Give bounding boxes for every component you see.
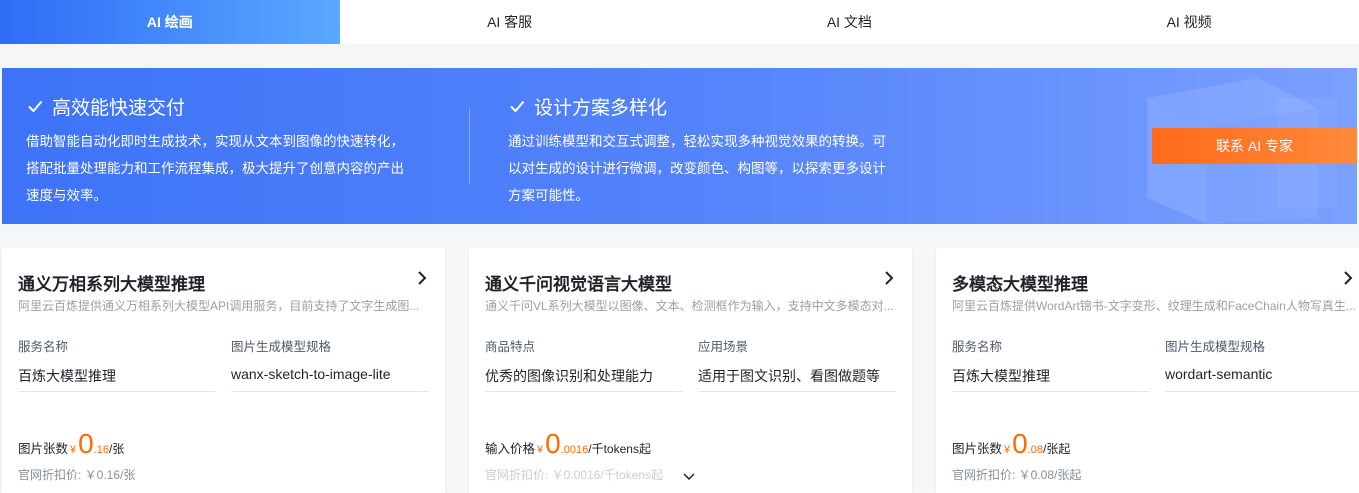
contact-ai-expert-button[interactable]: 联系 AI 专家: [1152, 128, 1357, 164]
spec-label: 服务名称: [18, 340, 69, 354]
feature-desc-line: 借助智能自动化即时生成技术，实现从文本到图像的快速转化，: [26, 134, 404, 149]
tab-ai-customer-service[interactable]: AI 客服: [340, 0, 680, 44]
price-unit: /千tokens起: [588, 442, 651, 456]
product-card[interactable]: 通义万相系列大模型推理 阿里云百炼提供通义万相系列大模型API调用服务，目前支持…: [2, 248, 445, 493]
chevron-right-icon[interactable]: [1341, 270, 1355, 286]
check-icon: [28, 100, 43, 113]
feature-title: 高效能快速交付: [52, 97, 186, 119]
price-integer: 0: [78, 428, 94, 459]
card-title[interactable]: 多模态大模型推理: [952, 270, 1088, 295]
card-description: 阿里云百炼提供WordArt锦书-文字变形、纹理生成和FaceChain人物写真…: [952, 299, 1356, 313]
check-icon: [510, 100, 525, 113]
divider: [469, 108, 470, 184]
spec-value: 百炼大模型推理: [952, 366, 1150, 392]
tab-ai-document[interactable]: AI 文档: [680, 0, 1020, 44]
price: 图片张数 ¥ 0 .08 /张起: [952, 430, 1070, 458]
category-tabs: AI 绘画 AI 客服 AI 文档 AI 视频: [0, 0, 1359, 44]
tab-ai-painting[interactable]: AI 绘画: [0, 0, 340, 44]
currency-symbol: ¥: [70, 444, 77, 456]
card-description: 阿里云百炼提供通义万相系列大模型API调用服务，目前支持了文字生成图...: [18, 299, 420, 313]
product-card[interactable]: 多模态大模型推理 阿里云百炼提供WordArt锦书-文字变形、纹理生成和Face…: [936, 248, 1359, 493]
card-title[interactable]: 通义千问视觉语言大模型: [485, 270, 672, 295]
spec-column: 服务名称 百炼大模型推理: [952, 336, 1150, 392]
price: 输入价格 ¥ 0 .0016 /千tokens起: [485, 430, 651, 458]
currency-symbol: ¥: [1004, 444, 1011, 456]
spec-column: 图片生成模型规格 wordart-semantic: [1165, 336, 1359, 392]
price-unit: /张: [109, 442, 125, 456]
card-title[interactable]: 通义万相系列大模型推理: [18, 270, 205, 295]
feature-title: 设计方案多样化: [534, 97, 668, 119]
feature-efficient-delivery: 高效能快速交付 借助智能自动化即时生成技术，实现从文本到图像的快速转化， 搭配批…: [26, 94, 446, 209]
price-label: 图片张数: [952, 442, 1003, 456]
price-integer: 0: [545, 428, 561, 459]
price-label: 图片张数: [18, 442, 69, 456]
chevron-down-icon[interactable]: [682, 472, 696, 482]
price-unit: /张起: [1043, 442, 1071, 456]
spec-column: 图片生成模型规格 wanx-sketch-to-image-lite: [231, 336, 429, 392]
spec-column: 服务名称 百炼大模型推理: [18, 336, 216, 392]
spec-value: wanx-sketch-to-image-lite: [231, 366, 429, 392]
spec-label: 应用场景: [698, 340, 749, 354]
feature-diverse-design: 设计方案多样化 通过训练模型和交互式调整，轻松实现多种视觉效果的转换。可 以对生…: [508, 94, 908, 209]
currency-symbol: ¥: [537, 444, 544, 456]
feature-desc-line: 方案可能性。: [508, 188, 589, 203]
price-label: 输入价格: [485, 442, 536, 456]
feature-banner: 高效能快速交付 借助智能自动化即时生成技术，实现从文本到图像的快速转化， 搭配批…: [2, 68, 1357, 224]
price-decimal: .16: [93, 444, 110, 456]
spec-value: 适用于图文识别、看图做题等: [698, 366, 896, 392]
product-card[interactable]: 通义千问视觉语言大模型 通义千问VL系列大模型以图像、文本、检测框作为输入，支持…: [469, 248, 912, 493]
spec-column: 应用场景 适用于图文识别、看图做题等: [698, 336, 896, 392]
spec-label: 图片生成模型规格: [1165, 340, 1266, 354]
spec-value: 百炼大模型推理: [18, 366, 216, 392]
chevron-right-icon[interactable]: [882, 270, 896, 286]
price-decimal: .0016: [560, 444, 589, 456]
feature-desc-line: 以对生成的设计进行微调，改变颜色、构图等，以探索更多设计: [508, 161, 886, 176]
price-decimal: .08: [1027, 444, 1044, 456]
feature-desc-line: 通过训练模型和交互式调整，轻松实现多种视觉效果的转换。可: [508, 134, 886, 149]
card-description: 通义千问VL系列大模型以图像、文本、检测框作为输入，支持中文多模态对...: [485, 299, 894, 313]
spec-value: 优秀的图像识别和处理能力: [485, 366, 683, 392]
price: 图片张数 ¥ 0 .16 /张: [18, 430, 124, 458]
spec-column: 商品特点 优秀的图像识别和处理能力: [485, 336, 683, 392]
original-price: 官网折扣价: ￥0.0016/千tokens起: [485, 468, 664, 482]
feature-desc-line: 速度与效率。: [26, 188, 107, 203]
spec-label: 商品特点: [485, 340, 536, 354]
chevron-right-icon[interactable]: [415, 270, 429, 286]
spec-label: 图片生成模型规格: [231, 340, 332, 354]
spec-value: wordart-semantic: [1165, 366, 1359, 392]
original-price: 官网折扣价: ￥0.16/张: [18, 468, 136, 482]
feature-desc-line: 搭配批量处理能力和工作流程集成，极大提升了创意内容的产出: [26, 161, 404, 176]
spec-label: 服务名称: [952, 340, 1003, 354]
price-integer: 0: [1012, 428, 1028, 459]
original-price: 官网折扣价: ￥0.08/张起: [952, 468, 1082, 482]
tab-ai-video[interactable]: AI 视频: [1019, 0, 1359, 44]
